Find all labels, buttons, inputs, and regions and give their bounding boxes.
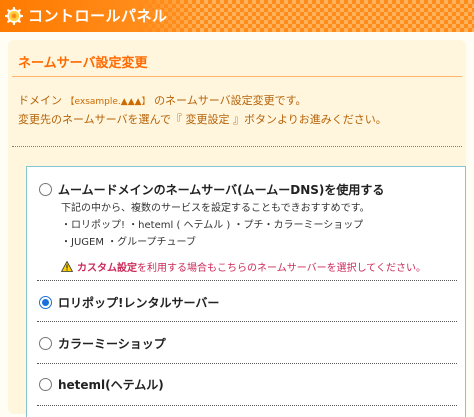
option-label: heteml(ヘテムル): [58, 378, 164, 392]
radio-muumuu-dns[interactable]: [39, 183, 52, 196]
option-detail-text: 下記の中から、複数のサービスを設定することもできおすすめです。 ・ロリポップ! …: [61, 200, 370, 251]
option-heteml[interactable]: heteml(ヘテムル): [39, 376, 164, 393]
description-line-1: ドメイン 【exsample.▲▲▲】 のネームサーバ設定変更です。: [18, 92, 387, 111]
radio-heteml[interactable]: [39, 378, 52, 391]
section-title: ネームサーバ設定変更: [18, 56, 148, 71]
option-divider: [37, 280, 457, 281]
header-bar: コントロールパネル: [0, 0, 474, 32]
gear-icon: [5, 7, 23, 25]
option-colorme-shop[interactable]: カラーミーショップ: [39, 335, 166, 352]
description-prefix: ドメイン: [18, 94, 62, 107]
divider: [12, 146, 462, 147]
option-divider: [37, 405, 457, 406]
description-suffix: のネームサーバ設定変更です。: [154, 94, 307, 107]
option-label: ロリポップ!レンタルサーバー: [58, 296, 220, 310]
option-divider: [37, 321, 457, 322]
option-label: カラーミーショップ: [58, 337, 166, 351]
radio-colorme-shop[interactable]: [39, 337, 52, 350]
warning-icon: [61, 261, 73, 272]
section-title-underline: [12, 76, 462, 77]
option-divider: [37, 363, 457, 364]
description: ドメイン 【exsample.▲▲▲】 のネームサーバ設定変更です。 変更先のネ…: [18, 92, 387, 128]
detail-line-3: ・JUGEM ・グループチューブ: [61, 237, 196, 248]
nameserver-options-box: ムームードメインのネームサーバ(ムームーDNS)を使用する 下記の中から、複数の…: [26, 166, 466, 417]
radio-lolipop-selected[interactable]: [39, 296, 52, 309]
custom-setting-warning: カスタム設定 を利用する場合もこちらのネームサーバーを選択してください。: [61, 259, 426, 274]
detail-line-1: 下記の中から、複数のサービスを設定することもできおすすめです。: [61, 203, 370, 214]
description-line-2: 変更先のネームサーバを選んで『 変更設定 』ボタンよりお進みください。: [18, 113, 387, 126]
domain-name: 【exsample.▲▲▲】: [65, 97, 151, 107]
option-label: ムームードメインのネームサーバ(ムームーDNS)を使用する: [58, 183, 385, 197]
option-muumuu-dns[interactable]: ムームードメインのネームサーバ(ムームーDNS)を使用する: [39, 181, 384, 198]
warning-emphasis: カスタム設定: [77, 263, 137, 274]
detail-line-2: ・ロリポップ! ・heteml ( ヘテムル ) ・プチ・カラーミーショップ: [61, 220, 364, 231]
warning-text: を利用する場合もこちらのネームサーバーを選択してください。: [137, 263, 426, 274]
option-lolipop[interactable]: ロリポップ!レンタルサーバー: [39, 294, 219, 311]
page-title: コントロールパネル: [28, 7, 168, 25]
